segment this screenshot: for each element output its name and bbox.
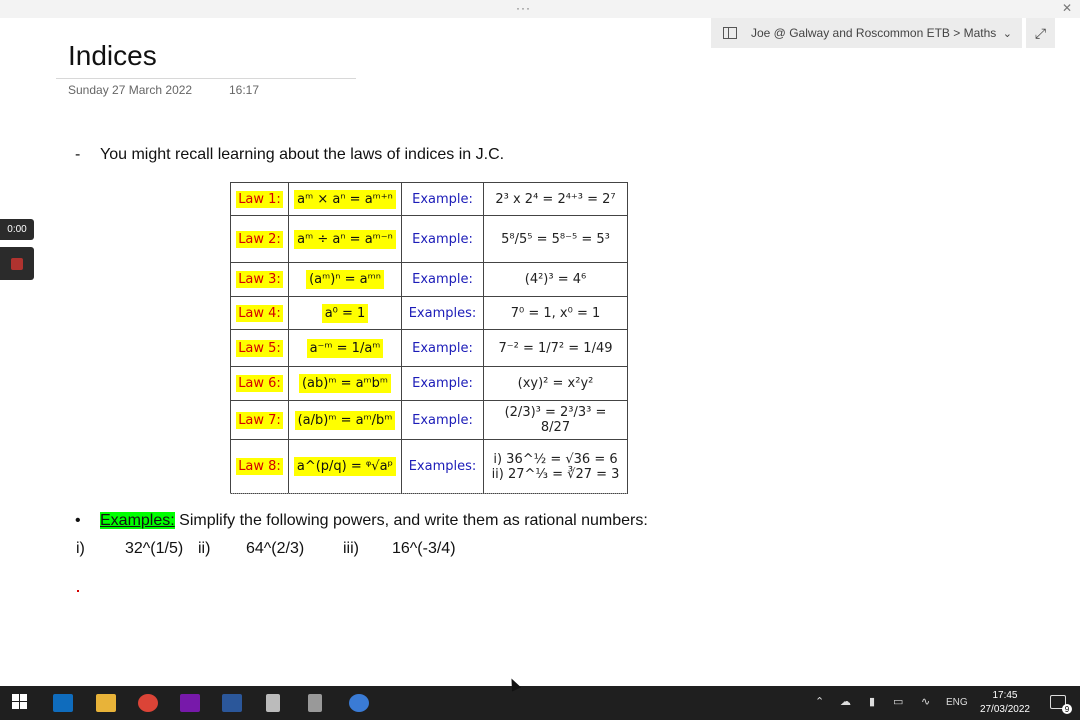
question-expr: 32^(1/5) <box>125 540 184 557</box>
expand-icon[interactable]: ⤢ <box>1026 18 1055 48</box>
title-divider <box>56 78 356 79</box>
law-name: Law 1: <box>236 190 283 208</box>
law-example-ii: ii) 27^⅓ = ∛27 = 3 <box>491 466 620 482</box>
window-menu-dots[interactable]: ··· <box>516 1 531 15</box>
law-name: Law 8: <box>236 458 283 475</box>
question-num: i) <box>76 540 85 557</box>
table-row: Law 5: a⁻ᵐ = 1/aᵐ Example: 7⁻² = 1/7² = … <box>230 329 628 367</box>
page-time: 16:17 <box>229 83 260 97</box>
example-label: Example: <box>412 376 473 391</box>
calculator-alt-icon[interactable] <box>308 694 322 712</box>
globe-app-icon[interactable] <box>349 694 369 712</box>
battery-icon[interactable]: ▭ <box>893 695 903 708</box>
question-num: iii) <box>343 540 359 557</box>
law-example: 7⁰ = 1, x⁰ = 1 <box>483 296 628 330</box>
stop-recording-button[interactable] <box>0 247 34 280</box>
chrome-icon[interactable] <box>138 694 158 712</box>
system-clock[interactable]: 17:45 27/03/2022 <box>980 689 1030 717</box>
law-example: 7⁻² = 1/7² = 1/49 <box>483 329 628 367</box>
taskbar: ⌃ ☁ ▮ ▭ ∿ ENG 17:45 27/03/2022 9 <box>0 686 1080 720</box>
intro-line[interactable]: - You might recall learning about the law… <box>75 146 504 164</box>
law-name: Law 3: <box>236 271 283 288</box>
question-expr: 64^(2/3) <box>246 540 305 557</box>
law-example: 5⁸/5⁵ = 5⁸⁻⁵ = 5³ <box>483 215 628 263</box>
table-row: Law 1: aᵐ × aⁿ = aᵐ⁺ⁿ Example: 2³ x 2⁴ =… <box>230 182 628 216</box>
table-row: Law 4: a⁰ = 1 Examples: 7⁰ = 1, x⁰ = 1 <box>230 296 628 330</box>
clock-date: 27/03/2022 <box>979 704 1030 715</box>
law-example-i: i) 36^½ = √36 = 6 <box>493 451 618 467</box>
law-formula: (aᵐ)ⁿ = aᵐⁿ <box>306 270 384 289</box>
example-label: Examples: <box>408 459 477 474</box>
law-formula: (ab)ᵐ = aᵐbᵐ <box>298 374 392 393</box>
recording-timer: 0:00 <box>0 219 34 240</box>
law-formula: a^(p/q) = ᵠ√aᵖ <box>293 457 397 476</box>
example-label: Examples: <box>408 305 477 321</box>
law-example: (2/3)³ = 2³/3³ = 8/27 <box>483 400 628 440</box>
windows-start-icon[interactable] <box>12 694 32 712</box>
language-indicator[interactable]: ENG <box>946 697 968 708</box>
law-name: Law 2: <box>236 230 283 248</box>
law-example: 2³ x 2⁴ = 2⁴⁺³ = 2⁷ <box>483 182 628 216</box>
bullet: • <box>75 512 81 529</box>
question-expr: 16^(-3/4) <box>392 540 456 557</box>
show-hidden-icons-icon[interactable]: ⌃ <box>815 695 824 708</box>
table-row: Law 3: (aᵐ)ⁿ = aᵐⁿ Example: (4²)³ = 4⁶ <box>230 262 628 297</box>
page-title[interactable]: Indices <box>68 40 157 72</box>
example-label: Example: <box>412 272 473 287</box>
law-name: Law 5: <box>236 339 283 357</box>
law-name: Law 7: <box>236 411 283 429</box>
law-name: Law 4: <box>236 304 283 322</box>
ink-dot <box>77 590 79 592</box>
law-formula: a⁻ᵐ = 1/aᵐ <box>306 338 384 358</box>
dash-bullet: - <box>75 146 81 163</box>
table-row: Law 8: a^(p/q) = ᵠ√aᵖ Examples: i) 36^½ … <box>230 439 628 494</box>
title-bar: ··· ✕ <box>0 0 1080 18</box>
examples-label: Examples: <box>100 512 175 529</box>
law-example: (4²)³ = 4⁶ <box>483 262 628 297</box>
word-icon[interactable] <box>222 694 242 712</box>
law-formula: aᵐ × aⁿ = aᵐ⁺ⁿ <box>294 189 396 209</box>
table-row: Law 7: (a/b)ᵐ = aᵐ/bᵐ Example: (2/3)³ = … <box>230 400 628 440</box>
example-label: Example: <box>412 412 473 428</box>
close-icon[interactable]: ✕ <box>1062 1 1072 15</box>
table-row: Law 2: aᵐ ÷ aⁿ = aᵐ⁻ⁿ Example: 5⁸/5⁵ = 5… <box>230 215 628 263</box>
intro-text: You might recall learning about the laws… <box>100 146 505 163</box>
law-formula: a⁰ = 1 <box>321 303 369 323</box>
laws-of-indices-table[interactable]: Law 1: aᵐ × aⁿ = aᵐ⁺ⁿ Example: 2³ x 2⁴ =… <box>230 182 628 494</box>
stop-icon <box>11 257 23 270</box>
law-name: Law 6: <box>236 375 283 392</box>
law-example: (xy)² = x²y² <box>483 366 628 401</box>
notification-count: 9 <box>1062 704 1072 714</box>
onedrive-icon[interactable]: ☁ <box>840 695 851 708</box>
example-label: Example: <box>412 231 473 247</box>
page-date: Sunday 27 March 2022 <box>68 83 193 97</box>
table-row: Law 6: (ab)ᵐ = aᵐbᵐ Example: (xy)² = x²y… <box>230 366 628 401</box>
law-formula: (a/b)ᵐ = aᵐ/bᵐ <box>294 410 396 430</box>
notebook-breadcrumb[interactable]: Joe @ Galway and Roscommon ETB > Maths ⌄ <box>711 18 1022 48</box>
law-example: i) 36^½ = √36 = 6 ii) 27^⅓ = ∛27 = 3 <box>483 439 628 494</box>
notebook-icon <box>723 27 737 39</box>
table-crop-edge <box>230 493 627 500</box>
notification-center-icon[interactable]: 9 <box>1050 695 1072 714</box>
file-explorer-icon[interactable] <box>96 694 116 712</box>
examples-text: Simplify the following powers, and write… <box>174 512 648 529</box>
example-label: Example: <box>412 191 473 207</box>
question-num: ii) <box>198 540 211 557</box>
onenote-icon[interactable] <box>180 694 200 712</box>
calculator-icon[interactable] <box>266 694 280 712</box>
outlook-icon[interactable] <box>53 694 73 712</box>
usb-icon[interactable]: ▮ <box>869 695 875 708</box>
clock-time: 17:45 <box>992 690 1018 701</box>
notebook-path: Joe @ Galway and Roscommon ETB > Maths <box>751 26 997 40</box>
examples-line[interactable]: • Examples: Simplify the following powers… <box>75 512 648 530</box>
law-formula: aᵐ ÷ aⁿ = aᵐ⁻ⁿ <box>294 229 396 249</box>
wifi-icon[interactable]: ∿ <box>921 695 930 708</box>
example-label: Example: <box>412 340 473 356</box>
chevron-down-icon[interactable]: ⌄ <box>1003 27 1012 40</box>
